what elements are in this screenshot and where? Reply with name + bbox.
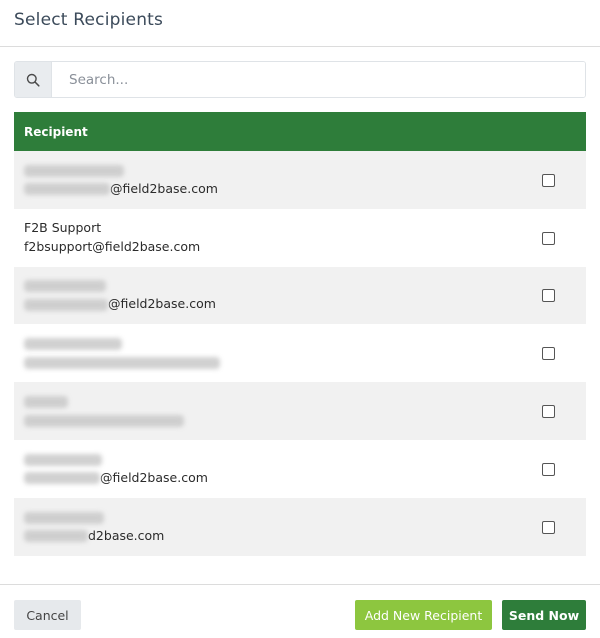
- table-row[interactable]: @field2base.com: [14, 439, 586, 498]
- redacted-name: [24, 164, 124, 177]
- recipient-name: [24, 277, 216, 296]
- recipient-checkbox[interactable]: [542, 347, 555, 361]
- recipient-cell: @field2base.com: [24, 450, 208, 487]
- recipient-email: d2base.com: [24, 527, 164, 546]
- recipient-checkbox[interactable]: [542, 173, 555, 187]
- search-icon: [15, 62, 52, 97]
- recipient-email: [24, 353, 220, 372]
- recipient-email: @field2base.com: [24, 469, 208, 488]
- recipient-checkbox[interactable]: [542, 405, 555, 419]
- dialog-footer: Cancel Add New Recipient Send Now: [0, 584, 600, 638]
- recipient-name: [24, 393, 184, 412]
- recipient-cell: [24, 393, 184, 430]
- dialog-title: Select Recipients: [14, 10, 164, 30]
- recipient-name: [24, 335, 220, 354]
- select-recipients-dialog: Select Recipients Recipient @field2base.…: [0, 0, 600, 638]
- redacted-email: [24, 472, 100, 485]
- send-now-button[interactable]: Send Now: [502, 600, 586, 630]
- recipient-cell: @field2base.com: [24, 277, 216, 314]
- recipient-email: f2bsupport@field2base.com: [24, 238, 201, 254]
- search-box: [14, 61, 586, 98]
- recipient-cell: F2B Support f2bsupport@field2base.com: [24, 219, 200, 256]
- recipients-table: Recipient @field2base.com F2B Support f2…: [14, 112, 586, 556]
- search-input[interactable]: [52, 62, 585, 97]
- recipient-checkbox[interactable]: [542, 520, 555, 534]
- recipient-name: F2B Support: [24, 220, 102, 236]
- table-row[interactable]: d2base.com: [14, 497, 586, 556]
- table-row[interactable]: @field2base.com: [14, 151, 586, 209]
- redacted-email: [24, 530, 88, 543]
- table-row[interactable]: [14, 324, 586, 383]
- recipient-checkbox[interactable]: [542, 462, 555, 476]
- recipient-email: @field2base.com: [24, 180, 218, 199]
- table-row[interactable]: [14, 382, 586, 440]
- redacted-name: [24, 511, 104, 524]
- recipient-cell: @field2base.com: [24, 161, 218, 198]
- table-row[interactable]: F2B Support f2bsupport@field2base.com: [14, 208, 586, 267]
- redacted-name: [24, 280, 106, 293]
- redacted-email: [24, 298, 108, 311]
- recipient-checkbox[interactable]: [542, 231, 555, 245]
- recipient-name: [24, 508, 164, 527]
- column-header-recipient: Recipient: [24, 124, 88, 139]
- redacted-email: [24, 356, 220, 369]
- add-new-recipient-button[interactable]: Add New Recipient: [355, 600, 492, 630]
- table-row[interactable]: @field2base.com: [14, 266, 586, 325]
- recipient-name: [24, 450, 208, 469]
- cancel-button[interactable]: Cancel: [14, 600, 81, 630]
- recipient-email: @field2base.com: [24, 295, 216, 314]
- redacted-name: [24, 453, 102, 466]
- recipient-cell: [24, 335, 220, 372]
- recipient-checkbox[interactable]: [542, 289, 555, 303]
- redacted-name: [24, 396, 68, 409]
- redacted-email: [24, 183, 110, 196]
- recipient-cell: d2base.com: [24, 508, 164, 545]
- redacted-name: [24, 338, 122, 351]
- dialog-header: Select Recipients: [0, 0, 600, 47]
- recipient-email: [24, 411, 184, 430]
- redacted-email: [24, 414, 184, 427]
- recipient-name: [24, 161, 218, 180]
- table-header: Recipient: [14, 112, 586, 151]
